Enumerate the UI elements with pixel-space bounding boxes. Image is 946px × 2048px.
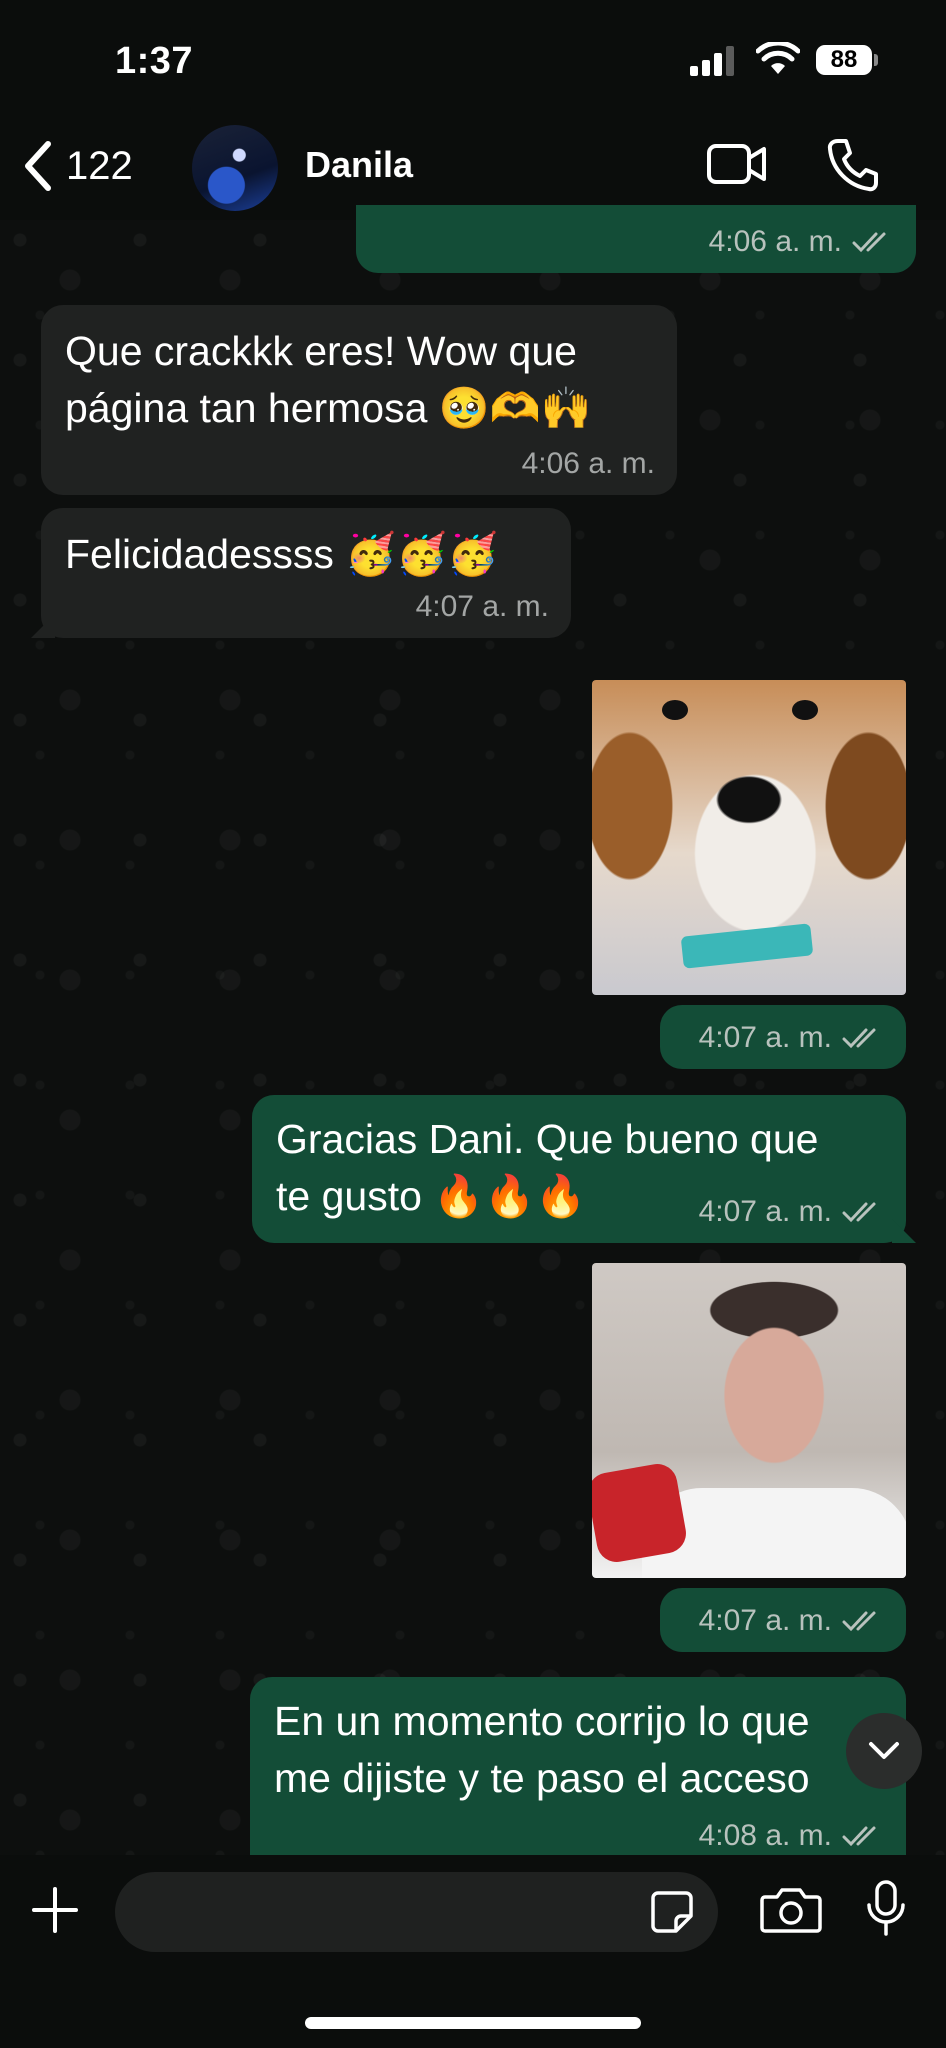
camera-icon[interactable]	[760, 1885, 822, 1933]
message-text: Felicidadessss 🥳🥳🥳	[65, 531, 499, 577]
microphone-icon[interactable]	[864, 1879, 908, 1939]
outgoing-message[interactable]: 4:06 a. m.	[356, 205, 916, 273]
outgoing-message-meta-bubble[interactable]: 4:07 a. m.	[660, 1005, 906, 1069]
message-text: En un momento corrijo lo que	[274, 1698, 810, 1744]
man-sticker-image[interactable]	[592, 1263, 906, 1578]
message-meta: 4:07 a. m.	[699, 1604, 884, 1638]
message-time: 4:07 a. m.	[698, 1195, 832, 1228]
sticker-icon[interactable]	[650, 1890, 694, 1934]
double-check-icon	[842, 1202, 876, 1223]
wifi-icon	[756, 42, 800, 74]
unread-count: 122	[66, 143, 133, 188]
message-time: 4:08 a. m.	[698, 1819, 832, 1852]
message-composer	[0, 1855, 946, 2048]
avatar[interactable]	[192, 125, 278, 211]
contact-name[interactable]: Danila	[305, 144, 413, 186]
message-time: 4:06 a. m.	[521, 447, 655, 480]
message-meta: 4:07 a. m.	[699, 1021, 884, 1055]
message-time: 4:06 a. m.	[708, 225, 842, 258]
status-time: 1:37	[115, 40, 194, 82]
plus-icon[interactable]	[30, 1885, 80, 1935]
cellular-signal-icon	[690, 46, 734, 76]
incoming-message[interactable]: Felicidadessss 🥳🥳🥳 4:07 a. m.	[31, 508, 571, 638]
battery-icon: 88	[816, 45, 878, 75]
outgoing-message[interactable]: En un momento corrijo lo que me dijiste …	[250, 1677, 906, 1855]
double-check-icon	[842, 1826, 876, 1847]
back-button[interactable]: 122	[20, 138, 133, 194]
message-meta: 4:06 a. m.	[709, 225, 894, 259]
message-time: 4:07 a. m.	[415, 590, 549, 623]
outgoing-message-meta-bubble[interactable]: 4:07 a. m.	[660, 1588, 906, 1652]
double-check-icon	[852, 232, 886, 253]
message-input-container[interactable]	[115, 1872, 718, 1954]
message-text: página tan hermosa 🥹🫶🙌	[65, 385, 592, 431]
status-bar: 1:37 88	[0, 0, 946, 120]
message-meta: 4:08 a. m.	[699, 1819, 884, 1853]
battery-level: 88	[816, 45, 872, 75]
message-meta: 4:07 a. m.	[699, 1195, 884, 1229]
message-text: Gracias Dani. Que bueno que	[276, 1116, 819, 1162]
double-check-icon	[842, 1611, 876, 1632]
message-input[interactable]	[143, 1872, 627, 1954]
double-check-icon	[842, 1028, 876, 1049]
scroll-to-bottom-button[interactable]	[846, 1713, 922, 1789]
message-text: Que crackkk eres! Wow que	[65, 328, 577, 374]
message-time: 4:07 a. m.	[698, 1604, 832, 1637]
chevron-left-icon	[25, 141, 51, 191]
message-text: me dijiste y te paso el acceso	[274, 1755, 810, 1801]
message-meta: 4:07 a. m.	[416, 590, 549, 624]
dog-sticker-image[interactable]	[592, 680, 906, 995]
video-call-icon[interactable]	[706, 140, 768, 188]
outgoing-message[interactable]: Gracias Dani. Que bueno que te gusto 🔥🔥🔥…	[252, 1095, 916, 1243]
incoming-message[interactable]: Que crackkk eres! Wow que página tan her…	[41, 305, 677, 495]
message-meta: 4:06 a. m.	[522, 447, 655, 481]
message-time: 4:07 a. m.	[698, 1021, 832, 1054]
chevron-down-icon	[869, 1742, 899, 1759]
home-indicator[interactable]	[305, 2017, 641, 2029]
phone-icon[interactable]	[826, 137, 880, 193]
